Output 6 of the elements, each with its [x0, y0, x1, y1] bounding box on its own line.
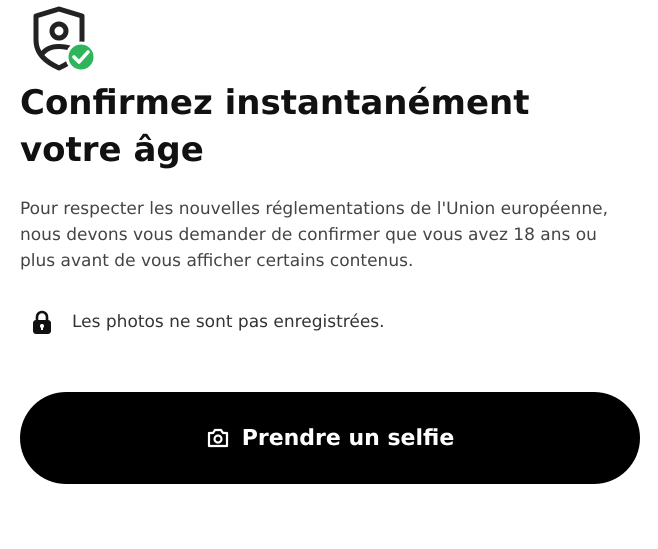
privacy-note: Les photos ne sont pas enregistrées. [72, 312, 385, 332]
take-selfie-button[interactable]: Prendre un selfie [20, 392, 640, 484]
camera-icon [206, 427, 230, 449]
page-title: Confirmez instantanément votre âge [20, 82, 531, 172]
description-text: Pour respecter les nouvelles réglementations de l'Union européenne, nous devons vous demander de confirmer que vous avez 18 ans ou plus avant de vous afficher certains contenus. [20, 198, 610, 273]
lock-icon [32, 310, 52, 334]
